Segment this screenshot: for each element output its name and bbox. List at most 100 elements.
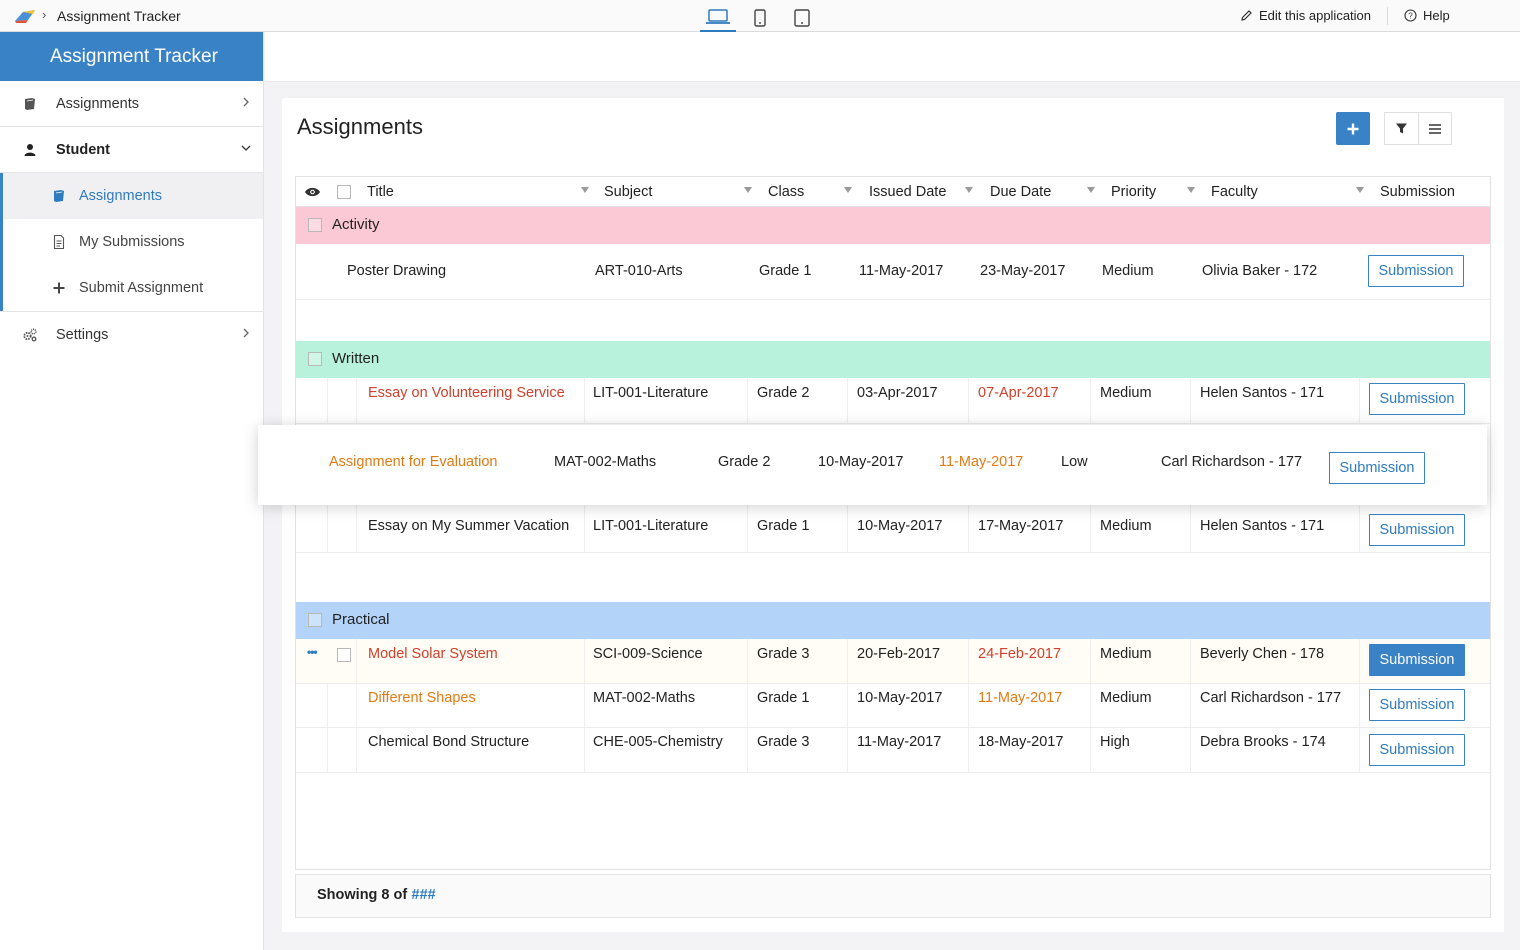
column-header-due-date[interactable]: Due Date	[990, 184, 1051, 200]
cell-priority: Medium	[1100, 646, 1152, 662]
cell-subject: MAT-002-Maths	[554, 454, 657, 470]
column-divider	[747, 728, 748, 772]
group-checkbox[interactable]	[308, 613, 322, 627]
app-logo-icon[interactable]	[14, 8, 36, 24]
cell-priority: Medium	[1100, 518, 1152, 534]
cell-faculty: Helen Santos - 171	[1200, 385, 1325, 401]
cell-faculty: Carl Richardson - 177	[1200, 690, 1342, 706]
tablet-view-button[interactable]	[784, 4, 820, 32]
menu-button[interactable]	[1417, 113, 1451, 144]
submission-button[interactable]: Submission	[1369, 734, 1465, 766]
caret-down-icon[interactable]	[744, 187, 752, 193]
column-divider	[356, 503, 357, 552]
sidebar-app-name[interactable]: Assignment Tracker	[0, 32, 263, 81]
caret-down-icon[interactable]	[965, 187, 973, 193]
sidebar-item-label: Student	[56, 141, 110, 158]
record-count-label: Showing 8 of	[317, 887, 408, 903]
table-row[interactable]: Chemical Bond Structure CHE-005-Chemistr…	[296, 728, 1490, 773]
student-submenu-items: Assignments My Submissions Submit Assign…	[0, 173, 263, 311]
submission-button[interactable]: Submission	[1329, 452, 1425, 484]
content-header-strip	[265, 32, 1520, 82]
cell-title[interactable]: Different Shapes	[368, 690, 476, 706]
column-divider	[584, 503, 585, 552]
column-divider	[1359, 639, 1360, 683]
add-record-button[interactable]	[1336, 112, 1370, 145]
column-divider	[968, 728, 969, 772]
eye-icon[interactable]	[304, 186, 321, 198]
column-header-submission[interactable]: Submission	[1380, 184, 1455, 200]
cell-issued-date: 11-May-2017	[859, 263, 944, 279]
cell-priority: Low	[1061, 454, 1088, 470]
breadcrumb-app-title[interactable]: Assignment Tracker	[57, 8, 181, 24]
sidebar-item-label: Settings	[56, 327, 109, 343]
table-row[interactable]: Poster Drawing ART-010-Arts Grade 1 11-M…	[296, 244, 1490, 300]
cell-title[interactable]: Essay on Volunteering Service	[368, 385, 565, 401]
column-divider	[327, 728, 328, 772]
caret-down-icon[interactable]	[1356, 187, 1364, 193]
cell-title[interactable]: Essay on My Summer Vacation	[368, 518, 569, 534]
assignments-panel: Assignments Title Subject Class Issued D…	[282, 98, 1504, 932]
column-header-priority[interactable]: Priority	[1111, 184, 1156, 200]
group-row-activity[interactable]: Activity	[296, 207, 1490, 244]
cell-issued-date: 20-Feb-2017	[857, 646, 941, 662]
sidebar-subitem-my-submissions[interactable]: My Submissions	[3, 219, 263, 265]
row-checkbox[interactable]	[337, 648, 351, 662]
table-row[interactable]: Essay on My Summer Vacation LIT-001-Lite…	[296, 503, 1490, 553]
select-all-checkbox[interactable]	[337, 185, 351, 199]
caret-down-icon[interactable]	[844, 187, 852, 193]
submission-button[interactable]: Submission	[1369, 383, 1465, 415]
cell-title[interactable]: Assignment for Evaluation	[329, 454, 497, 470]
table-row[interactable]: Different Shapes MAT-002-Maths Grade 1 1…	[296, 684, 1490, 728]
column-header-faculty[interactable]: Faculty	[1211, 184, 1258, 200]
table-header: Title Subject Class Issued Date Due Date…	[296, 177, 1490, 207]
plus-icon	[53, 282, 65, 294]
table-row[interactable]: Essay on Volunteering Service LIT-001-Li…	[296, 378, 1490, 424]
dragged-table-row[interactable]: Assignment for Evaluation MAT-002-Maths …	[258, 425, 1487, 505]
cell-title[interactable]: Poster Drawing	[347, 263, 446, 279]
cell-faculty: Carl Richardson - 177	[1161, 454, 1303, 470]
page-title: Assignments	[297, 114, 423, 139]
cell-title[interactable]: Chemical Bond Structure	[368, 734, 529, 750]
sidebar-item-student[interactable]: Student	[0, 127, 263, 173]
caret-down-icon[interactable]	[1087, 187, 1095, 193]
caret-down-icon[interactable]	[581, 187, 589, 193]
sidebar-item-assignments[interactable]: Assignments	[0, 81, 263, 127]
column-header-issued-date[interactable]: Issued Date	[869, 184, 946, 200]
row-actions-menu[interactable]: •••	[307, 645, 318, 659]
column-divider	[1090, 684, 1091, 727]
group-row-practical[interactable]: Practical	[296, 602, 1490, 639]
submission-button[interactable]: Submission	[1369, 689, 1465, 721]
caret-down-icon[interactable]	[1187, 187, 1195, 193]
cell-subject: MAT-002-Maths	[593, 690, 696, 706]
help-icon: ?	[1404, 9, 1417, 22]
record-count-total[interactable]: ###	[411, 887, 435, 903]
group-checkbox[interactable]	[308, 352, 322, 366]
group-row-written[interactable]: Written	[296, 341, 1490, 378]
filter-button[interactable]	[1385, 113, 1418, 144]
cell-subject: LIT-001-Literature	[593, 385, 709, 401]
desktop-view-button[interactable]	[700, 4, 736, 32]
cell-title[interactable]: Model Solar System	[368, 646, 498, 662]
column-divider	[747, 378, 748, 423]
submission-button[interactable]: Submission	[1368, 255, 1464, 287]
sidebar-subitem-assignments[interactable]: Assignments	[3, 173, 263, 219]
sidebar-item-settings[interactable]: Settings	[0, 312, 263, 358]
column-divider	[847, 378, 848, 423]
column-header-title[interactable]: Title	[367, 184, 394, 200]
mobile-view-button[interactable]	[742, 4, 778, 32]
breadcrumb-separator: ›	[42, 7, 47, 22]
group-checkbox[interactable]	[308, 218, 322, 232]
column-divider	[747, 503, 748, 552]
chevron-down-icon	[241, 145, 251, 151]
submission-button[interactable]: Submission	[1369, 644, 1465, 676]
sidebar-subitem-submit-assignment[interactable]: Submit Assignment	[3, 265, 263, 311]
cell-due-date: 24-Feb-2017	[978, 646, 1062, 662]
cell-issued-date: 11-May-2017	[857, 734, 942, 750]
help-link[interactable]: ? Help	[1404, 8, 1450, 23]
edit-application-link[interactable]: Edit this application	[1240, 8, 1371, 23]
submission-button[interactable]: Submission	[1369, 514, 1465, 546]
column-header-class[interactable]: Class	[768, 184, 804, 200]
column-header-subject[interactable]: Subject	[604, 184, 652, 200]
table-row[interactable]: ••• Model Solar System SCI-009-Science G…	[296, 639, 1490, 684]
group-label: Activity	[332, 216, 380, 233]
